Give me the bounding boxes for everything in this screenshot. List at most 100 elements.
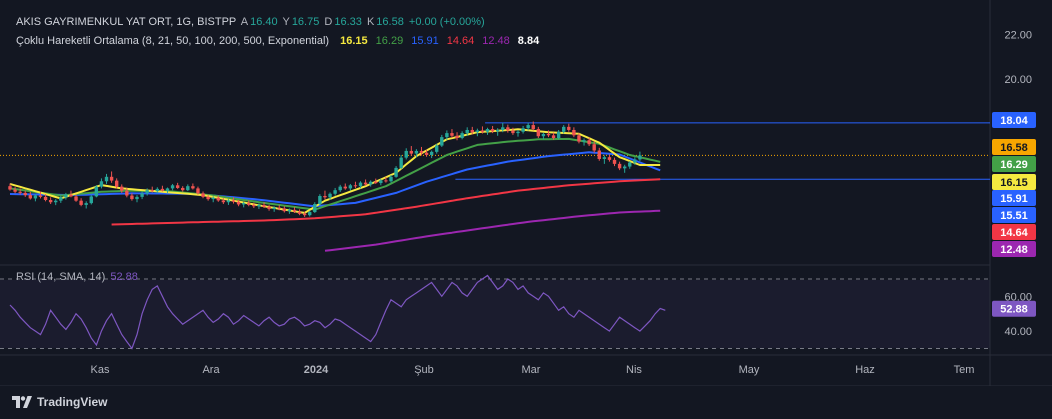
ma-legend[interactable]: Çoklu Hareketli Ortalama (8, 21, 50, 100… [16, 35, 543, 47]
candle-body [191, 186, 195, 189]
candle-body [262, 204, 266, 207]
low-value: 16.33 [334, 16, 362, 28]
ma-value-4: 12.48 [482, 35, 510, 47]
time-axis-label: Şub [414, 364, 434, 376]
candle-body [145, 190, 149, 194]
candle-body [638, 155, 642, 160]
rsi-indicator-label[interactable]: RSI (14, SMA, 14) [16, 271, 105, 283]
candle-body [577, 135, 581, 142]
symbol-name[interactable]: AKIS GAYRIMENKUL YAT ORT, 1G, BISTPP [16, 16, 236, 28]
candle-body [495, 129, 500, 132]
candle-body [612, 159, 617, 164]
candle-body [257, 204, 261, 207]
candle-body [633, 159, 637, 163]
candle-body [221, 200, 226, 203]
candle-body [211, 197, 215, 200]
candle-body [460, 133, 464, 139]
ma-value-0: 16.15 [340, 35, 368, 47]
candle-body [490, 129, 495, 132]
candle-body [607, 157, 612, 160]
candle-body [424, 152, 429, 155]
price-label-text: 15.91 [1000, 193, 1028, 205]
candle-body [155, 188, 160, 192]
ma-value-5: 8.84 [517, 35, 540, 47]
candle-body [343, 186, 347, 189]
candle-body [89, 196, 93, 204]
price-tick-label: 20.00 [1004, 74, 1032, 86]
price-label-text: 18.04 [1000, 115, 1028, 127]
candle-body [170, 185, 175, 189]
candle-body [135, 196, 139, 200]
candle-body [501, 127, 505, 130]
candle-body [252, 204, 256, 207]
candle-body [389, 176, 393, 182]
tradingview-label: TradingView [37, 395, 108, 409]
candle-body [287, 209, 292, 212]
candle-body [399, 157, 403, 168]
candle-body [587, 140, 591, 145]
candle-body [572, 129, 576, 136]
candle-body [435, 145, 439, 152]
candle-body [125, 190, 129, 196]
candle-body [292, 209, 297, 212]
candle-body [241, 203, 246, 205]
candle-body [236, 201, 241, 205]
candle-body [120, 186, 124, 191]
candle-body [516, 131, 520, 134]
rsi-value-label: 52.88 [1000, 304, 1028, 316]
candle-body [521, 128, 525, 132]
candle-body [546, 133, 551, 136]
candle-body [130, 195, 134, 200]
candle-body [109, 176, 114, 181]
candle-body [282, 208, 287, 212]
candle-body [318, 195, 322, 205]
candle-body [79, 200, 83, 205]
candle-body [48, 200, 53, 203]
price-chart[interactable]: 22.00 20.00 18.04 16.58 16.29 16.15 15.91 15.51… [0, 0, 1052, 419]
price-label-text: 15.51 [1000, 210, 1028, 222]
change-value: +0.00 (+0.00%) [408, 16, 485, 28]
ma-indicator-label[interactable]: Çoklu Hareketli Ortalama (8, 21, 50, 100… [16, 35, 329, 47]
candle-body [363, 182, 368, 185]
candle-body [206, 196, 210, 200]
price-tick-label: 22.00 [1004, 30, 1032, 42]
candle-body [140, 193, 144, 197]
close-label: K [366, 16, 375, 28]
candle-body [551, 135, 556, 139]
candle-body [18, 191, 22, 193]
candle-body [313, 204, 317, 213]
candle-body [114, 180, 119, 187]
candle-body [470, 129, 474, 133]
candle-body [38, 195, 43, 197]
close-value: 16.58 [376, 16, 404, 28]
tradingview-logo[interactable]: TradingView [12, 395, 107, 409]
candle-body [628, 162, 632, 167]
candle-body [54, 200, 58, 203]
tradingview-icon [12, 396, 32, 408]
candle-body [186, 186, 190, 191]
candle-body [99, 181, 104, 187]
candle-body [506, 127, 510, 131]
low-label: D [324, 16, 333, 28]
candle-body [592, 144, 596, 151]
candle-body [353, 185, 358, 187]
open-label: A [240, 16, 249, 28]
candle-body [429, 151, 434, 155]
candle-body [541, 133, 546, 137]
candle-body [602, 157, 607, 159]
candle-body [74, 196, 78, 201]
rsi-legend[interactable]: RSI (14, SMA, 14) 52.88 [16, 271, 140, 283]
candle-body [23, 192, 27, 196]
candle-body [394, 167, 398, 177]
candle-body [567, 126, 571, 130]
candle-body [160, 188, 165, 191]
candle-body [450, 133, 454, 136]
candle-body [69, 194, 73, 197]
candle-body [216, 197, 220, 201]
candle-body [440, 137, 444, 146]
candle-body [384, 180, 388, 182]
candle-body [150, 190, 154, 192]
candle-body [511, 130, 515, 134]
time-axis-label: Tem [954, 364, 975, 376]
candle-body [465, 129, 469, 134]
